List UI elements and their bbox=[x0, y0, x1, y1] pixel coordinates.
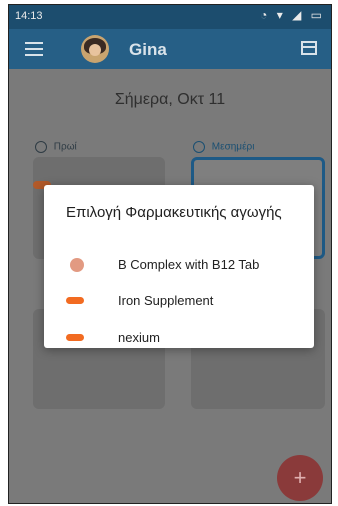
medication-dialog: Επιλογή Φαρμακευτικής αγωγής B Complex w… bbox=[44, 185, 314, 348]
menu-icon[interactable] bbox=[25, 42, 43, 56]
dialog-option[interactable]: Iron Supplement bbox=[44, 283, 314, 313]
calendar-icon[interactable] bbox=[301, 41, 317, 55]
phone-screen: 14:13 ◔ ▾ ◢ ▭ Gina Σήμερα, Οκτ 11 Πρωί Μ… bbox=[8, 4, 332, 504]
app-bar: Gina bbox=[9, 29, 331, 69]
dialog-option-label: Iron Supplement bbox=[118, 293, 214, 308]
sun-icon bbox=[193, 141, 205, 153]
user-name: Gina bbox=[129, 40, 167, 59]
dialog-option[interactable]: nexium bbox=[44, 320, 314, 350]
pill-capsule-icon bbox=[66, 297, 84, 304]
section-morning-label: Πρωί bbox=[53, 141, 77, 153]
page-title: Σήμερα, Οκτ 11 bbox=[114, 91, 226, 108]
section-morning: Πρωί bbox=[35, 141, 77, 153]
sunrise-icon bbox=[35, 141, 47, 153]
dialog-option-label: B Complex with B12 Tab bbox=[118, 257, 260, 272]
pill-round-icon bbox=[70, 258, 84, 272]
dialog-option-label: nexium bbox=[118, 330, 160, 345]
add-button[interactable]: + bbox=[277, 455, 323, 501]
dialog-option[interactable]: B Complex with B12 Tab bbox=[44, 247, 314, 277]
status-icons: ◔ ▾ ◢ ▭ bbox=[260, 8, 325, 22]
pill-capsule-icon bbox=[66, 334, 84, 341]
section-noon-label: Μεσημέρι bbox=[211, 141, 255, 153]
section-noon: Μεσημέρι bbox=[193, 141, 254, 153]
dialog-title: Επιλογή Φαρμακευτικής αγωγής bbox=[66, 204, 282, 221]
status-bar: 14:13 ◔ ▾ ◢ ▭ bbox=[9, 5, 331, 29]
status-time: 14:13 bbox=[15, 10, 43, 22]
avatar[interactable] bbox=[81, 35, 109, 63]
